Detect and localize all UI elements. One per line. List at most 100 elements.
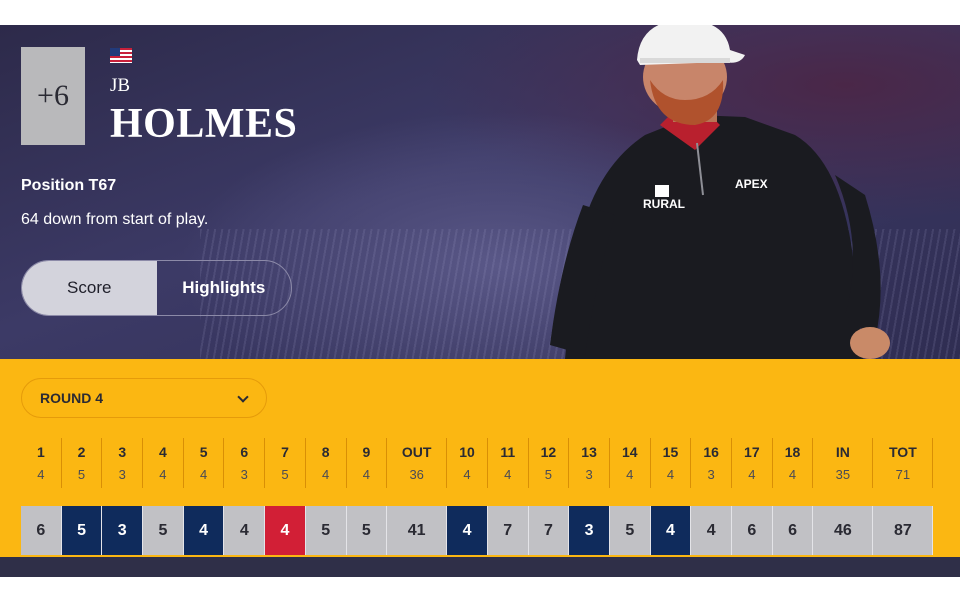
hole-column: 15 4 (651, 438, 692, 488)
total-score-box: +6 (21, 47, 85, 145)
hole-number: 8 (321, 444, 330, 460)
hole-score: 6 (732, 506, 773, 555)
hole-score: 4 (691, 506, 732, 555)
hole-score: 3 (569, 506, 610, 555)
hole-number: 7 (281, 444, 289, 460)
hole-par: 4 (322, 467, 330, 482)
hole-par: 4 (159, 467, 167, 482)
holes-row: 1 4 2 5 3 3 4 4 5 4 6 3 7 5 8 4 9 4 OUT 36 10 4 11 4 12 5 13 3 14 4 15… (21, 438, 934, 488)
hole-column: 14 4 (610, 438, 651, 488)
hole-number: 4 (159, 444, 167, 460)
hole-par: 4 (626, 467, 634, 482)
scorecard: ROUND 4 1 4 2 5 3 3 4 4 5 4 6 3 7 5 8 4 9 4 OUT 36 10 4 11 4 12 5… (0, 359, 960, 557)
view-toggle: Score Highlights (21, 260, 292, 316)
hole-par: 3 (118, 467, 126, 482)
total-to-par: +6 (37, 79, 69, 112)
hole-score: 46 (813, 506, 874, 555)
hole-score: 4 (447, 506, 488, 555)
hole-score: 87 (873, 506, 934, 555)
hole-column: 13 3 (569, 438, 610, 488)
hole-column: 84 (306, 438, 347, 488)
hole-score: 6 (772, 506, 814, 555)
position-movement: 64 down from start of play. (21, 211, 209, 228)
player-last-name: HOLMES (110, 101, 298, 147)
bottom-bar (0, 557, 960, 577)
hole-column: 63 (224, 438, 266, 488)
hole-column: 25 (62, 438, 103, 488)
hole-number: 16 (703, 444, 719, 460)
hole-number: 6 (240, 444, 249, 460)
hole-score: 5 (305, 506, 347, 555)
hole-number: IN (835, 444, 850, 460)
round-dropdown-label: ROUND 4 (40, 390, 104, 406)
hole-number: OUT (401, 444, 432, 460)
hole-number: 13 (581, 444, 597, 460)
hole-score: 6 (21, 506, 62, 555)
hole-number: 15 (662, 444, 679, 460)
player-photo: RURAL APEX (550, 25, 890, 359)
hole-par: 35 (835, 467, 851, 482)
hole-par: 5 (77, 467, 86, 482)
hole-column: 33 (102, 438, 144, 488)
hole-number: TOT (889, 444, 917, 460)
hole-number: 3 (118, 444, 127, 460)
hole-par: 71 (895, 467, 911, 482)
hole-number: 14 (621, 444, 638, 460)
hole-column: 44 (143, 438, 184, 488)
hole-number: 11 (500, 444, 516, 460)
hole-score: 41 (387, 506, 448, 555)
hole-par: 4 (666, 467, 675, 482)
hole-column: TOT 71 (873, 438, 934, 488)
hole-number: 5 (199, 444, 208, 460)
apex-logo-text: APEX (735, 177, 768, 191)
hole-column: 54 (184, 438, 225, 488)
tab-highlights[interactable]: Highlights (157, 261, 292, 315)
hole-par: 4 (748, 467, 756, 482)
hole-column: 17 4 (732, 438, 773, 488)
hole-par: 4 (199, 467, 208, 482)
hole-par: 3 (707, 467, 715, 482)
hole-number: 12 (540, 444, 557, 460)
hole-par: 4 (362, 467, 370, 482)
hole-column: 18 4 (773, 438, 814, 488)
hole-column: IN 35 (813, 438, 874, 488)
player-first-name: JB (110, 75, 131, 96)
hole-par: 5 (281, 467, 289, 482)
hole-number: 1 (36, 444, 45, 460)
hole-par: 36 (409, 467, 424, 482)
hole-par: 4 (504, 467, 512, 482)
hole-column: 16 3 (691, 438, 732, 488)
hole-column: 12 5 (529, 438, 570, 488)
hole-score: 5 (143, 506, 184, 555)
hole-number: 9 (362, 444, 371, 460)
hole-column: 11 4 (488, 438, 529, 488)
hole-number: 17 (744, 444, 760, 460)
hole-column: 94 (347, 438, 388, 488)
hole-column: 75 (265, 438, 306, 488)
hole-number: 18 (784, 444, 801, 460)
hole-par: 4 (788, 467, 797, 482)
hole-score: 5 (61, 506, 103, 555)
hole-par: 4 (37, 467, 45, 482)
hole-score: 7 (487, 506, 529, 555)
player-hero: +6 JB HOLMES Position T67 64 down from s… (0, 25, 960, 359)
tab-score[interactable]: Score (22, 261, 157, 315)
hole-par: 3 (240, 467, 248, 482)
hole-score: 3 (102, 506, 144, 555)
hole-score: 4 (265, 506, 306, 555)
hole-par: 3 (585, 467, 593, 482)
hole-column: 14 (21, 438, 62, 488)
chevron-down-icon (238, 393, 248, 403)
us-flag-icon (110, 48, 132, 63)
hole-score: 5 (609, 506, 651, 555)
scores-row: 6 5 3 5 4 4 4 5 5 41 4 7 7 3 5 4 4 6 6 46 87 (21, 506, 934, 555)
hole-score: 5 (346, 506, 388, 555)
hole-number: 2 (77, 444, 86, 460)
round-dropdown[interactable]: ROUND 4 (21, 378, 267, 418)
hole-par: 4 (463, 467, 471, 482)
hole-column: 10 4 (447, 438, 488, 488)
hole-number: 10 (459, 444, 475, 460)
hole-score: 4 (650, 506, 692, 555)
hole-par: 5 (544, 467, 553, 482)
hole-score: 4 (183, 506, 225, 555)
